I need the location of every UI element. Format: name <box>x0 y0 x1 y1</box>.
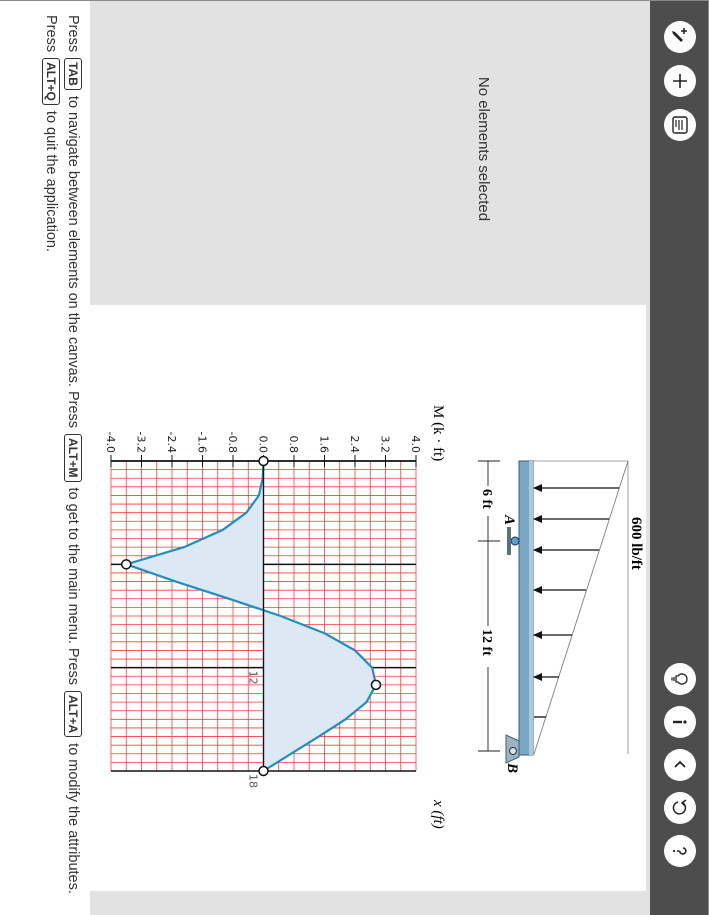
control-point[interactable] <box>121 559 132 570</box>
support-b-pin <box>509 747 517 755</box>
support-a-base <box>507 527 511 555</box>
info-icon <box>673 720 687 724</box>
beam-figure: 600 lb/ft A B 6 ft 12 ft <box>478 460 644 773</box>
load-arrowheads <box>533 484 542 681</box>
key-alt-q: ALT+Q <box>42 58 60 105</box>
dim-left-label: 6 ft <box>479 489 494 509</box>
help-icon <box>672 847 687 855</box>
keyboard-instructions: Press TAB to navigate between elements o… <box>0 1 90 915</box>
key-alt-a: ALT+A <box>64 691 82 738</box>
y-tick-label: 4.0 <box>409 436 422 454</box>
toolbar <box>650 1 708 915</box>
x-tick-label: 18 <box>247 774 260 788</box>
x-tick-label: 12 <box>247 671 260 685</box>
instr-text-3: to get to the main menu. Press <box>65 487 81 685</box>
load-label: 600 lb/ft <box>628 517 644 570</box>
inspector-panel: No elements selected <box>90 1 650 297</box>
add-button[interactable] <box>664 65 696 97</box>
lightbulb-icon <box>671 673 688 685</box>
list-panel-icon <box>672 116 688 134</box>
canvas-svg[interactable]: 600 lb/ft A B 6 ft 12 ft 4.03.22.41.60.8… <box>86 305 646 891</box>
work-area: No elements selected 600 lb/ft A B 6 ft … <box>86 1 650 915</box>
control-point[interactable] <box>258 765 269 777</box>
support-a-label: A <box>501 514 517 525</box>
y-tick-label: -3.2 <box>135 432 148 453</box>
plus-icon <box>673 74 687 88</box>
x-axis-label: x (ft) <box>430 799 446 829</box>
control-point[interactable] <box>370 679 382 691</box>
pencil-plus-glyph <box>672 28 687 42</box>
app-frame: No elements selected 600 lb/ft A B 6 ft … <box>0 0 709 915</box>
undo-button[interactable] <box>664 792 696 824</box>
no-selection-message: No elements selected <box>475 76 492 222</box>
y-tick-label: -2.4 <box>165 432 178 453</box>
y-axis-label: M (k · ft) <box>430 405 446 461</box>
instr-text-2: to navigate between elements on the canv… <box>65 95 81 429</box>
drawing-canvas[interactable]: 600 lb/ft A B 6 ft 12 ft 4.0 3.2 2.4 1.6… <box>86 305 646 891</box>
y-tick-label: -0.8 <box>226 432 239 453</box>
y-tick-label: 0.0 <box>257 436 270 454</box>
y-tick-label: 1.6 <box>318 436 331 454</box>
moment-chart[interactable]: 4.0 3.2 2.4 1.6 0.8 0.0 -0.8 -1.6 -2.4 -3.2 -4.0 1… <box>104 405 446 829</box>
y-tick-label: -1.6 <box>196 432 209 453</box>
chevron-left-icon <box>674 760 686 768</box>
pencil-plus-icon[interactable] <box>664 21 696 53</box>
support-a-pin <box>510 536 520 546</box>
load-arrows <box>534 487 619 718</box>
y-tick-label: 0.8 <box>287 436 300 454</box>
hint-button[interactable] <box>664 663 696 695</box>
key-tab: TAB <box>64 58 82 90</box>
support-b-label: B <box>504 762 520 773</box>
back-button[interactable] <box>664 749 696 781</box>
instr-text-5: to quit the application. <box>43 110 59 252</box>
help-button[interactable] <box>664 835 696 867</box>
beam-highlight <box>529 461 533 755</box>
undo-icon <box>672 799 687 815</box>
list-panel-button[interactable] <box>664 109 696 141</box>
y-tick-label: 3.2 <box>379 436 392 454</box>
y-tick-label: 2.4 <box>348 436 361 454</box>
y-tick-label: -4.0 <box>104 432 117 453</box>
app-window: No elements selected 600 lb/ft A B 6 ft … <box>0 0 709 915</box>
info-button[interactable] <box>664 706 696 738</box>
instr-text-1: Press <box>65 15 81 53</box>
dim-right-label: 12 ft <box>479 629 494 656</box>
control-point[interactable] <box>258 455 269 467</box>
load-diagonal <box>533 460 629 755</box>
key-alt-m: ALT+M <box>64 434 82 482</box>
